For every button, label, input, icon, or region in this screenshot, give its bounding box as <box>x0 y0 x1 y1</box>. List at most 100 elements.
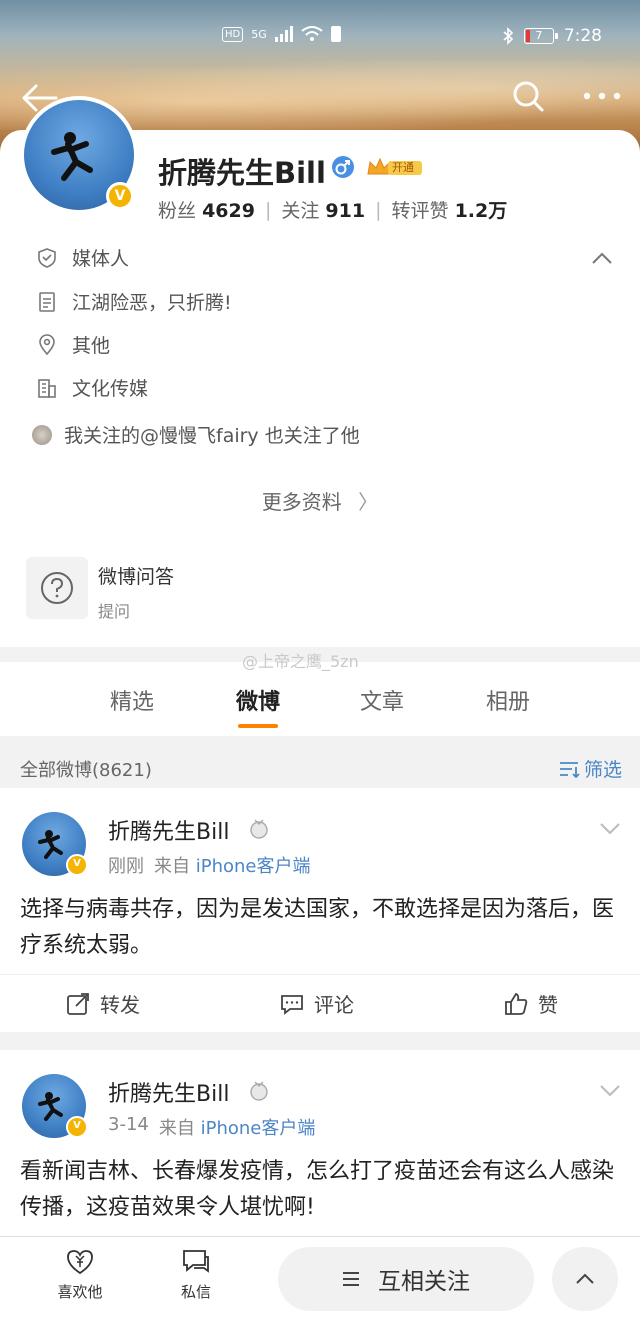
hd-indicator: HD <box>222 26 244 42</box>
mutual-friend-avatar <box>32 424 52 445</box>
bio-text: 江湖险恶，只折腾! <box>72 292 232 314</box>
post-author-name[interactable]: 折腾先生Bill <box>108 1076 229 1108</box>
male-icon <box>332 156 354 178</box>
battery-level: 7 <box>535 29 543 42</box>
profile-avatar[interactable]: V <box>20 96 138 214</box>
tab-articles[interactable]: 文章 <box>360 684 404 716</box>
post-meta: 刚刚 来自 iPhone客户端 <box>108 852 311 878</box>
repost-button[interactable]: 转发 <box>66 989 140 1018</box>
more-info-label: 更多资料 <box>261 490 342 514</box>
following-stat[interactable]: 关注 911 <box>281 196 365 223</box>
search-icon[interactable] <box>510 78 546 114</box>
share-icon <box>67 992 89 1015</box>
verified-badge-icon: V <box>106 182 134 210</box>
info-bio: 江湖险恶，只折腾! <box>36 288 232 315</box>
location-text: 其他 <box>72 335 111 357</box>
message-button[interactable]: 私信 <box>156 1247 236 1302</box>
more-options-icon[interactable] <box>582 88 622 104</box>
industry-text: 文化传媒 <box>72 378 149 400</box>
profile-tabs: 精选 微博 文章 相册 <box>0 662 640 736</box>
filter-icon <box>559 761 580 778</box>
bluetooth-icon <box>503 27 513 45</box>
thumbs-up-icon <box>505 992 528 1015</box>
post-author-avatar[interactable]: V <box>22 812 88 876</box>
all-posts-count: 全部微博(8621) <box>20 760 152 781</box>
more-info-link[interactable]: 更多资料 〉 <box>0 486 640 515</box>
like-label: 赞 <box>538 993 558 1017</box>
sim-icon <box>330 26 341 42</box>
category-text: 媒体人 <box>72 248 130 270</box>
vip-open-label: 开通 <box>392 161 414 174</box>
post-time: 3-14 <box>108 1114 149 1135</box>
like-button[interactable]: 赞 <box>504 989 558 1018</box>
followers-label: 粉丝 <box>158 200 197 222</box>
scroll-to-top-button[interactable] <box>552 1247 618 1311</box>
info-category: 媒体人 <box>36 244 129 271</box>
chevron-right-icon: 〉 <box>358 490 379 514</box>
chat-bubble-icon <box>183 1250 209 1273</box>
followers-count: 4629 <box>202 200 255 222</box>
mutual-follow-text: 我关注的@慢慢飞fairy 也关注了他 <box>64 425 360 447</box>
chevron-down-icon[interactable] <box>598 1082 622 1098</box>
post-author-name[interactable]: 折腾先生Bill <box>108 814 229 846</box>
post-card[interactable]: V 折腾先生Bill 3-14 来自 iPhone客户端 看新闻吉林、长春爆发疫… <box>0 1050 640 1236</box>
filter-bar: 全部微博(8621) 筛选 <box>0 746 640 788</box>
post-card[interactable]: V 折腾先生Bill 刚刚 来自 iPhone客户端 选择与病毒共存，因为是发达… <box>0 788 640 1032</box>
post-actions: 转发 评论 赞 <box>0 974 640 1032</box>
question-circle-icon <box>41 572 73 604</box>
watermark: @上帝之鹰_5zn <box>242 652 359 671</box>
chevron-up-icon[interactable] <box>590 250 614 266</box>
following-label: 关注 <box>281 200 320 222</box>
heart-yen-icon <box>67 1250 93 1275</box>
qa-subtitle[interactable]: 提问 <box>98 598 130 622</box>
followers-stat[interactable]: 粉丝 4629 <box>158 196 255 223</box>
filter-button[interactable]: 筛选 <box>558 755 622 782</box>
medal-icon <box>250 1081 268 1101</box>
filter-label: 筛选 <box>583 759 622 781</box>
mutual-follow-button[interactable]: 互相关注 <box>278 1247 534 1311</box>
menu-icon <box>343 1272 359 1286</box>
post-source-prefix: 来自 <box>158 1118 195 1139</box>
repost-label: 转发 <box>100 993 140 1017</box>
bottom-action-bar: 喜欢他 私信 互相关注 <box>0 1236 640 1320</box>
message-label: 私信 <box>180 1283 211 1301</box>
comment-label: 评论 <box>314 993 354 1017</box>
verified-badge-icon: V <box>66 854 88 876</box>
qa-icon-box[interactable] <box>26 557 88 619</box>
tab-featured[interactable]: 精选 <box>110 684 154 716</box>
wifi-icon <box>301 26 323 41</box>
post-author-avatar[interactable]: V <box>22 1074 88 1138</box>
signal-icon <box>274 26 293 42</box>
stat-divider: | <box>264 198 272 221</box>
clock: 7:28 <box>563 26 602 46</box>
engagement-count: 1.2万 <box>454 200 508 222</box>
post-source-prefix: 来自 <box>154 856 190 877</box>
engagement-label: 转评赞 <box>391 200 449 222</box>
building-icon <box>38 378 56 398</box>
like-him-button[interactable]: 喜欢他 <box>40 1247 120 1302</box>
profile-name: 折腾先生Bill <box>158 156 326 190</box>
location-pin-icon <box>39 333 55 355</box>
like-him-label: 喜欢他 <box>57 1283 103 1301</box>
vip-crown-badge[interactable]: 开通 <box>366 156 422 178</box>
mutual-follow-label: 互相关注 <box>378 1269 470 1295</box>
post-text: 选择与病毒共存，因为是发达国家，不敢选择是因为落后，医疗系统太弱。 <box>20 897 615 958</box>
info-mutual-follow[interactable]: 我关注的@慢慢飞fairy 也关注了他 <box>32 421 360 448</box>
shield-icon <box>38 247 56 268</box>
post-source[interactable]: iPhone客户端 <box>201 1118 316 1139</box>
info-industry: 文化传媒 <box>36 374 148 401</box>
chevron-down-icon[interactable] <box>598 820 622 836</box>
verified-badge-icon: V <box>66 1116 88 1138</box>
tab-weibo[interactable]: 微博 <box>236 684 280 716</box>
document-icon <box>39 291 55 312</box>
comment-button[interactable]: 评论 <box>280 989 354 1018</box>
status-bar: HD 5G 7 7:28 <box>0 24 640 52</box>
info-location: 其他 <box>36 331 110 358</box>
profile-stats: 粉丝 4629 | 关注 911 | 转评赞 1.2万 <box>158 196 507 223</box>
tab-albums[interactable]: 相册 <box>486 684 530 716</box>
engagement-stat[interactable]: 转评赞 1.2万 <box>392 196 508 223</box>
qa-title[interactable]: 微博问答 <box>98 562 174 589</box>
comment-icon <box>281 994 303 1015</box>
post-source[interactable]: iPhone客户端 <box>196 856 311 877</box>
active-tab-indicator <box>238 724 278 728</box>
